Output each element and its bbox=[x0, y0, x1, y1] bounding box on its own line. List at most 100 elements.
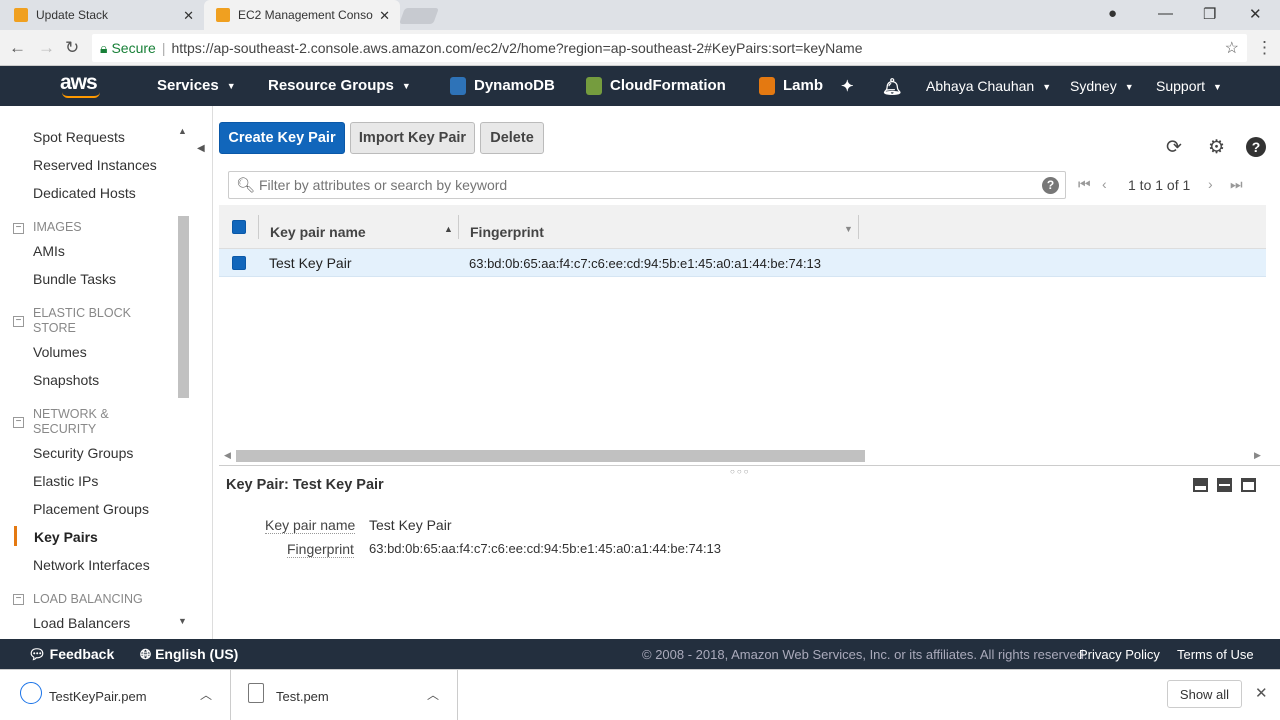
terms-of-use-link[interactable]: Terms of Use bbox=[1177, 647, 1254, 662]
help-icon[interactable]: ? bbox=[1246, 137, 1266, 157]
new-tab-button[interactable] bbox=[399, 8, 439, 24]
sidebar-item-bundle-tasks[interactable]: Bundle Tasks bbox=[33, 271, 116, 287]
pinned-dynamodb[interactable]: DynamoDB bbox=[450, 77, 555, 96]
secure-label: Secure bbox=[111, 40, 156, 56]
url-field[interactable]: 🔒︎ Secure | https://ap-southeast-2.conso… bbox=[92, 34, 1247, 62]
column-header-fingerprint[interactable]: Fingerprint bbox=[470, 224, 544, 240]
window-close-icon[interactable]: ✕ bbox=[1249, 5, 1262, 23]
tab-title: EC2 Management Conso bbox=[238, 8, 373, 22]
region-menu[interactable]: Sydney ▼ bbox=[1070, 78, 1134, 94]
sidebar-item-spot-requests[interactable]: Spot Requests bbox=[33, 129, 125, 145]
resize-grip-icon[interactable]: ○○○ bbox=[730, 467, 751, 476]
language-selector[interactable]: 🌐︎ English (US) bbox=[140, 646, 238, 663]
download-item[interactable]: TestKeyPair.pem ︿ bbox=[0, 670, 231, 720]
scroll-up-icon[interactable]: ▲ bbox=[178, 126, 187, 136]
import-key-pair-button[interactable]: Import Key Pair bbox=[350, 122, 475, 154]
sidebar-item-volumes[interactable]: Volumes bbox=[33, 344, 87, 360]
first-page-icon[interactable]: ⏮ bbox=[1078, 176, 1091, 193]
sidebar-item-amis[interactable]: AMIs bbox=[33, 243, 65, 259]
show-all-button[interactable]: Show all bbox=[1167, 680, 1242, 708]
table-header: Key pair name ▲ Fingerprint ▼ bbox=[219, 205, 1266, 249]
back-icon[interactable]: ← bbox=[9, 38, 26, 58]
cell-key-pair-name: Test Key Pair bbox=[269, 255, 352, 271]
resource-groups-menu[interactable]: Resource Groups ▼ bbox=[268, 77, 411, 94]
browser-tab-update-stack[interactable]: Update Stack ✕ bbox=[14, 0, 204, 30]
scroll-left-icon[interactable]: ◀ bbox=[224, 450, 231, 461]
scroll-down-icon[interactable]: ▼ bbox=[178, 616, 187, 626]
browser-tab-ec2[interactable]: EC2 Management Conso ✕ bbox=[204, 0, 400, 30]
collapse-sidebar-icon[interactable]: ◀ bbox=[197, 143, 205, 154]
collapse-ebs-icon[interactable]: − bbox=[13, 316, 24, 327]
sidebar-item-security-groups[interactable]: Security Groups bbox=[33, 445, 133, 461]
chevron-up-icon[interactable]: ︿ bbox=[200, 686, 212, 703]
pinned-lambda[interactable]: Lamb bbox=[759, 77, 823, 96]
download-item[interactable]: Test.pem ︿ bbox=[231, 670, 458, 720]
delete-button[interactable]: Delete bbox=[480, 122, 544, 154]
browser-menu-icon[interactable]: ⋮ bbox=[1256, 38, 1273, 58]
sort-asc-icon[interactable]: ▲ bbox=[444, 224, 453, 234]
services-menu[interactable]: Services ▼ bbox=[157, 77, 236, 94]
active-indicator bbox=[14, 526, 17, 546]
next-page-icon[interactable]: › bbox=[1208, 176, 1213, 192]
sidebar-scrollbar-thumb[interactable] bbox=[178, 216, 189, 398]
filter-search-box: 🔍︎ ? bbox=[228, 171, 1066, 199]
file-icon bbox=[20, 682, 42, 704]
sidebar-item-dedicated-hosts[interactable]: Dedicated Hosts bbox=[33, 185, 136, 201]
sidebar-item-load-balancers[interactable]: Load Balancers bbox=[33, 615, 130, 631]
layout-split-icon[interactable] bbox=[1217, 478, 1232, 492]
pinned-cloudformation[interactable]: CloudFormation bbox=[586, 77, 726, 96]
sidebar-item-key-pairs[interactable]: Key Pairs bbox=[34, 529, 98, 545]
account-menu[interactable]: Abhaya Chauhan ▼ bbox=[926, 78, 1051, 94]
cloudformation-icon bbox=[586, 77, 602, 96]
file-icon bbox=[248, 683, 264, 703]
sidebar-item-elastic-ips[interactable]: Elastic IPs bbox=[33, 473, 98, 489]
search-icon: 🔍︎ bbox=[236, 177, 256, 194]
copyright-text: © 2008 - 2018, Amazon Web Services, Inc.… bbox=[642, 647, 1088, 662]
collapse-images-icon[interactable]: − bbox=[13, 223, 24, 234]
table-row[interactable]: Test Key Pair 63:bd:0b:65:aa:f4:c7:c6:ee… bbox=[219, 249, 1266, 277]
sidebar-item-reserved-instances[interactable]: Reserved Instances bbox=[33, 157, 157, 173]
profile-icon[interactable]: ● bbox=[1108, 5, 1117, 22]
tab-close-icon[interactable]: ✕ bbox=[379, 8, 390, 24]
layout-bottom-icon[interactable] bbox=[1193, 478, 1208, 492]
detail-title: Key Pair: Test Key Pair bbox=[226, 477, 384, 493]
forward-icon[interactable]: → bbox=[38, 38, 55, 58]
collapse-network-icon[interactable]: − bbox=[13, 417, 24, 428]
column-header-key-pair-name[interactable]: Key pair name bbox=[270, 224, 366, 240]
column-menu-icon[interactable]: ▼ bbox=[844, 224, 853, 234]
filter-input[interactable] bbox=[259, 176, 1039, 194]
scroll-right-icon[interactable]: ▶ bbox=[1254, 450, 1261, 461]
feedback-link[interactable]: 💬︎ Feedback bbox=[28, 646, 114, 663]
privacy-policy-link[interactable]: Privacy Policy bbox=[1079, 647, 1160, 662]
horizontal-scrollbar-thumb[interactable] bbox=[236, 450, 865, 462]
sidebar-item-placement-groups[interactable]: Placement Groups bbox=[33, 501, 149, 517]
browser-tab-bar: Update Stack ✕ EC2 Management Conso ✕ ● … bbox=[0, 0, 1280, 30]
restore-icon[interactable]: ❐ bbox=[1203, 5, 1216, 23]
chevron-up-icon[interactable]: ︿ bbox=[427, 686, 439, 703]
collapse-lb-icon[interactable]: − bbox=[13, 594, 24, 605]
pin-icon[interactable]: ✦ bbox=[841, 77, 854, 95]
minimize-icon[interactable]: — bbox=[1158, 5, 1173, 22]
bookmark-star-icon[interactable]: ☆ bbox=[1225, 38, 1239, 58]
row-checkbox[interactable] bbox=[232, 256, 246, 270]
sidebar-item-snapshots[interactable]: Snapshots bbox=[33, 372, 99, 388]
refresh-icon[interactable]: ⟳ bbox=[1166, 136, 1182, 159]
search-help-icon[interactable]: ? bbox=[1042, 177, 1059, 194]
last-page-icon[interactable]: ⏭ bbox=[1230, 176, 1243, 193]
close-shelf-icon[interactable]: ✕ bbox=[1255, 684, 1268, 702]
prev-page-icon[interactable]: ‹ bbox=[1102, 176, 1107, 192]
region-label: Sydney bbox=[1070, 78, 1117, 94]
select-all-checkbox[interactable] bbox=[232, 220, 246, 234]
pagination-text: 1 to 1 of 1 bbox=[1128, 177, 1191, 193]
aws-footer: 💬︎ Feedback 🌐︎ English (US) © 2008 - 201… bbox=[0, 639, 1280, 669]
sidebar-item-network-interfaces[interactable]: Network Interfaces bbox=[33, 557, 150, 573]
reload-icon[interactable]: ↻ bbox=[65, 38, 79, 58]
tab-close-icon[interactable]: ✕ bbox=[183, 8, 194, 24]
aws-favicon-icon bbox=[216, 8, 230, 22]
support-menu[interactable]: Support ▼ bbox=[1156, 78, 1222, 94]
settings-gear-icon[interactable]: ⚙ bbox=[1208, 136, 1225, 159]
notification-bell-icon[interactable]: 🔔︎ bbox=[882, 77, 902, 97]
layout-full-icon[interactable] bbox=[1241, 478, 1256, 492]
sidebar-nav: Spot Requests Reserved Instances Dedicat… bbox=[0, 106, 213, 639]
create-key-pair-button[interactable]: Create Key Pair bbox=[219, 122, 345, 154]
